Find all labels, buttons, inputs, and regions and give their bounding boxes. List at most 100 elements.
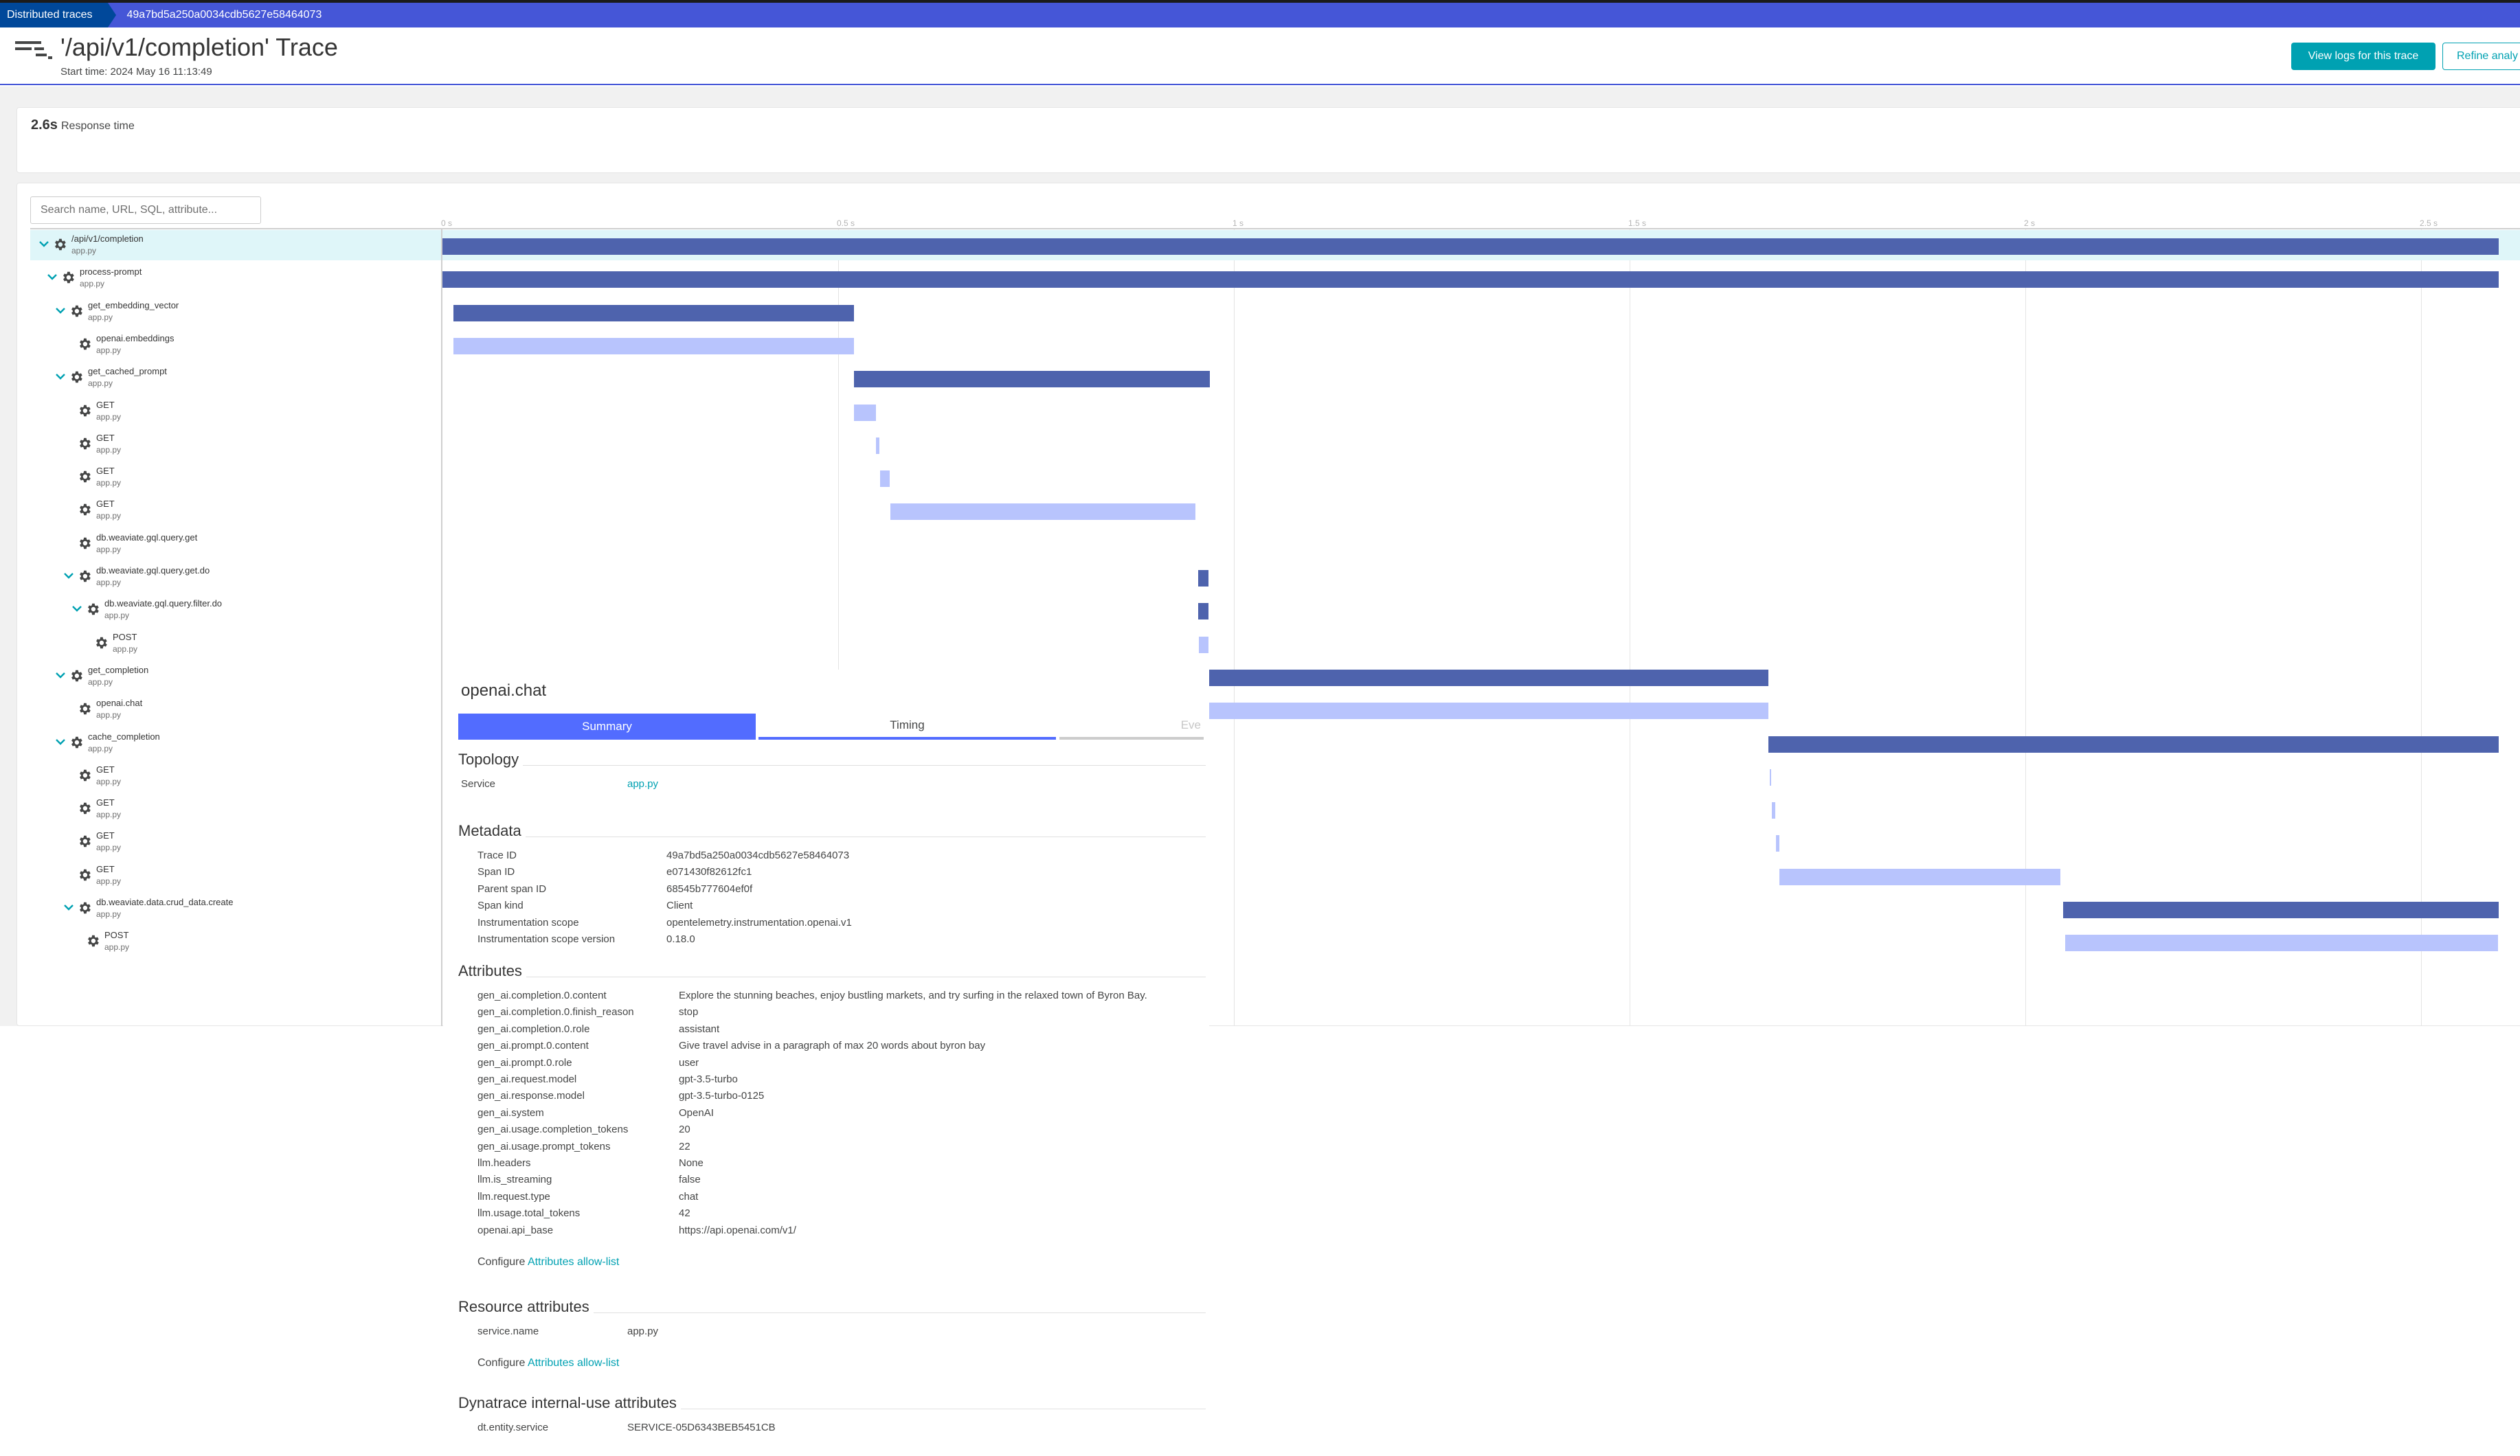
span-bar[interactable]: [890, 503, 1195, 521]
tab-summary[interactable]: Summary: [458, 714, 756, 740]
chevron-down-icon[interactable]: [55, 305, 66, 316]
gear-icon: [60, 270, 76, 285]
span-row[interactable]: get_embedding_vector app.py: [30, 297, 2520, 330]
span-bar[interactable]: [1208, 669, 1768, 686]
span-row[interactable]: db.weaviate.gql.query.get.do app.py: [30, 562, 2520, 595]
attributes-value: assistant: [679, 1023, 720, 1035]
span-row[interactable]: openai.embeddings app.py: [30, 330, 2520, 363]
span-row[interactable]: GET app.py: [30, 429, 2520, 462]
attributes-key: openai.api_base: [477, 1224, 554, 1236]
attributes-allow-list-link[interactable]: Attributes allow-list: [528, 1357, 619, 1369]
span-bar[interactable]: [880, 470, 890, 488]
refine-analysis-button[interactable]: Refine analy: [2442, 43, 2520, 70]
span-bar[interactable]: [453, 337, 855, 354]
gear-icon: [77, 502, 92, 517]
gear-icon: [77, 867, 92, 883]
span-bar[interactable]: [1776, 835, 1779, 852]
tab-timing[interactable]: Timing: [758, 714, 1056, 740]
distributed-trace-icon: [15, 41, 54, 59]
attributes-allow-list-link[interactable]: Attributes allow-list: [528, 1256, 619, 1268]
span-bar[interactable]: [2063, 902, 2499, 918]
axis-tick-label: 1 s: [1233, 218, 1244, 228]
span-name: GET: [96, 764, 115, 775]
span-row[interactable]: GET app.py: [30, 396, 2520, 429]
span-row[interactable]: GET app.py: [30, 495, 2520, 528]
attributes-key: llm.request.type: [477, 1190, 550, 1203]
span-bar[interactable]: [854, 371, 1211, 388]
span-row[interactable]: db.weaviate.gql.query.get app.py: [30, 529, 2520, 562]
attributes-value: user: [679, 1056, 699, 1069]
span-row[interactable]: GET app.py: [30, 861, 2520, 894]
response-time-value: 2.6s: [31, 117, 58, 133]
chevron-down-icon[interactable]: [47, 271, 58, 282]
metadata-key: Instrumentation scope version: [477, 933, 616, 945]
span-name: get_embedding_vector: [88, 299, 179, 310]
span-service: app.py: [88, 743, 113, 753]
span-bar[interactable]: [442, 238, 2499, 255]
view-logs-button[interactable]: View logs for this trace: [2291, 43, 2435, 70]
chevron-down-icon[interactable]: [55, 371, 66, 382]
breadcrumb-distributed-traces[interactable]: Distributed traces: [0, 3, 115, 27]
span-search-input[interactable]: [30, 196, 261, 224]
gear-icon: [77, 403, 92, 418]
configure-label: Configure: [477, 1357, 528, 1369]
span-bar[interactable]: [876, 437, 879, 454]
resource-attributes-key: service.name: [477, 1326, 539, 1337]
gear-icon: [77, 801, 92, 816]
chevron-down-icon[interactable]: [63, 570, 74, 581]
span-row[interactable]: get_cached_prompt app.py: [30, 363, 2520, 396]
chevron-down-icon[interactable]: [55, 670, 66, 681]
attributes-value: 20: [679, 1124, 690, 1136]
span-name: get_cached_prompt: [88, 366, 167, 377]
span-row[interactable]: GET app.py: [30, 462, 2520, 495]
span-bar[interactable]: [2065, 935, 2498, 952]
topology-value[interactable]: app.py: [627, 778, 658, 790]
attributes-key: gen_ai.response.model: [477, 1090, 585, 1102]
span-bar[interactable]: [1779, 868, 2060, 885]
span-bar[interactable]: [1768, 736, 2499, 753]
section-divider: [593, 1312, 1206, 1313]
span-service: app.py: [96, 776, 122, 786]
span-bar[interactable]: [442, 271, 2499, 288]
response-time-card: 2.6s Response time: [16, 107, 2520, 173]
span-row[interactable]: db.weaviate.gql.query.filter.do app.py: [30, 595, 2520, 628]
span-bar[interactable]: [1199, 636, 1209, 653]
span-service: app.py: [80, 279, 105, 289]
attributes-heading: Attributes: [458, 962, 1206, 980]
span-row[interactable]: GET app.py: [30, 827, 2520, 860]
span-bar[interactable]: [1198, 570, 1209, 587]
span-row[interactable]: GET app.py: [30, 761, 2520, 794]
span-bar[interactable]: [453, 304, 855, 321]
span-row[interactable]: GET app.py: [30, 794, 2520, 827]
span-bar[interactable]: [854, 404, 877, 421]
attributes-key: gen_ai.usage.completion_tokens: [477, 1124, 629, 1136]
span-service: app.py: [96, 710, 122, 720]
axis-tick-label: 0.5 s: [837, 218, 855, 228]
tree-chart-divider[interactable]: [441, 229, 442, 1026]
attributes-value: gpt-3.5-turbo-0125: [679, 1090, 765, 1102]
attributes-key: gen_ai.completion.0.content: [477, 990, 607, 1001]
metadata-value: opentelemetry.instrumentation.openai.v1: [666, 916, 852, 929]
span-bar[interactable]: [1769, 769, 1772, 786]
attributes-value: false: [679, 1174, 701, 1186]
span-service: app.py: [96, 478, 122, 488]
response-time-label: Response time: [61, 120, 135, 132]
span-bar[interactable]: [1208, 703, 1768, 720]
span-service: app.py: [96, 810, 122, 820]
chevron-down-icon[interactable]: [71, 603, 82, 614]
chevron-down-icon[interactable]: [63, 902, 74, 913]
tab-events[interactable]: Eve: [1059, 714, 1204, 740]
span-service: app.py: [96, 345, 122, 355]
chevron-down-icon[interactable]: [55, 736, 66, 747]
attributes-value: 22: [679, 1140, 690, 1152]
span-name: POST: [113, 631, 137, 642]
span-service: app.py: [88, 312, 113, 322]
section-divider: [523, 765, 1206, 766]
metadata-value: 0.18.0: [666, 933, 695, 945]
span-bar[interactable]: [1198, 603, 1209, 620]
attributes-key: gen_ai.completion.0.role: [477, 1023, 590, 1035]
chevron-down-icon[interactable]: [38, 238, 49, 249]
span-row[interactable]: POST app.py: [30, 628, 2520, 661]
span-bar[interactable]: [1772, 802, 1775, 819]
metadata-key: Parent span ID: [477, 883, 547, 895]
